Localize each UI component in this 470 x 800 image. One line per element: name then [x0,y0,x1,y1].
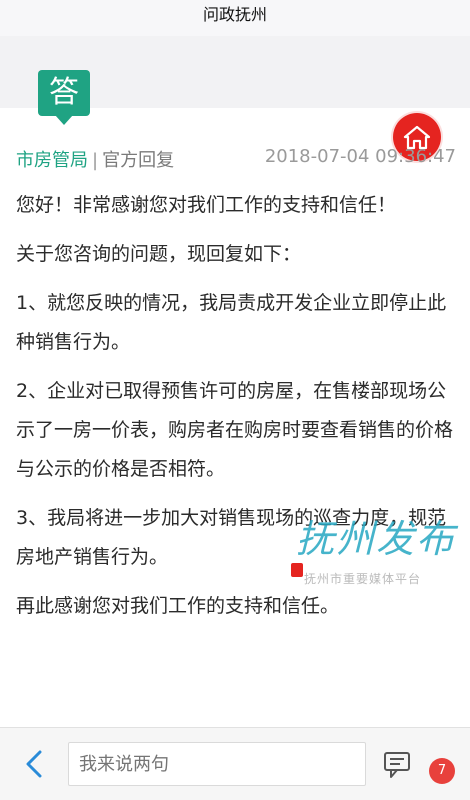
reply-paragraph: 关于您咨询的问题，现回复如下： [16,243,302,265]
answer-badge-label: 答 [49,75,79,110]
watermark-subtext: 抚州市重要媒体平台 [304,572,422,586]
reply-timestamp: 2018-07-04 09:36:47 [264,146,456,167]
reply-meta: 市房管局 | 官方回复 2018-07-04 09:36:47 [16,146,456,172]
comment-input[interactable] [68,742,366,786]
reply-paragraph: 再此感谢您对我们工作的支持和信任。 [16,595,340,617]
back-button[interactable] [20,746,50,782]
reply-paragraph: 2、企业对已取得预售许可的房屋，在售楼部现场公示了一房一价表，购房者在购房时要查… [16,380,454,480]
chevron-left-icon [26,750,42,778]
bottom-bar: 7 [0,727,470,800]
reply-content: 您好！非常感谢您对我们工作的支持和信任！ 关于您咨询的问题，现回复如下： 1、就… [16,186,461,636]
comment-icon [384,752,410,778]
reply-paragraph: 1、就您反映的情况，我局责成开发企业立即停止此种销售行为。 [16,292,447,353]
answer-badge: 答 [38,70,90,125]
meta-separator: | [92,150,99,171]
watermark-logo-text: 抚州发布 [296,517,457,561]
top-nav-bar: 问政抚州 [0,0,470,36]
watermark-logo-icon [291,563,303,577]
reply-paragraph: 您好！非常感谢您对我们工作的支持和信任！ [16,194,397,216]
comment-count-badge: 7 [429,758,455,784]
page-title: 问政抚州 [202,5,267,24]
department-name: 市房管局 [16,150,88,171]
comments-button[interactable] [382,748,416,782]
reply-type-label: 官方回复 [102,150,175,171]
